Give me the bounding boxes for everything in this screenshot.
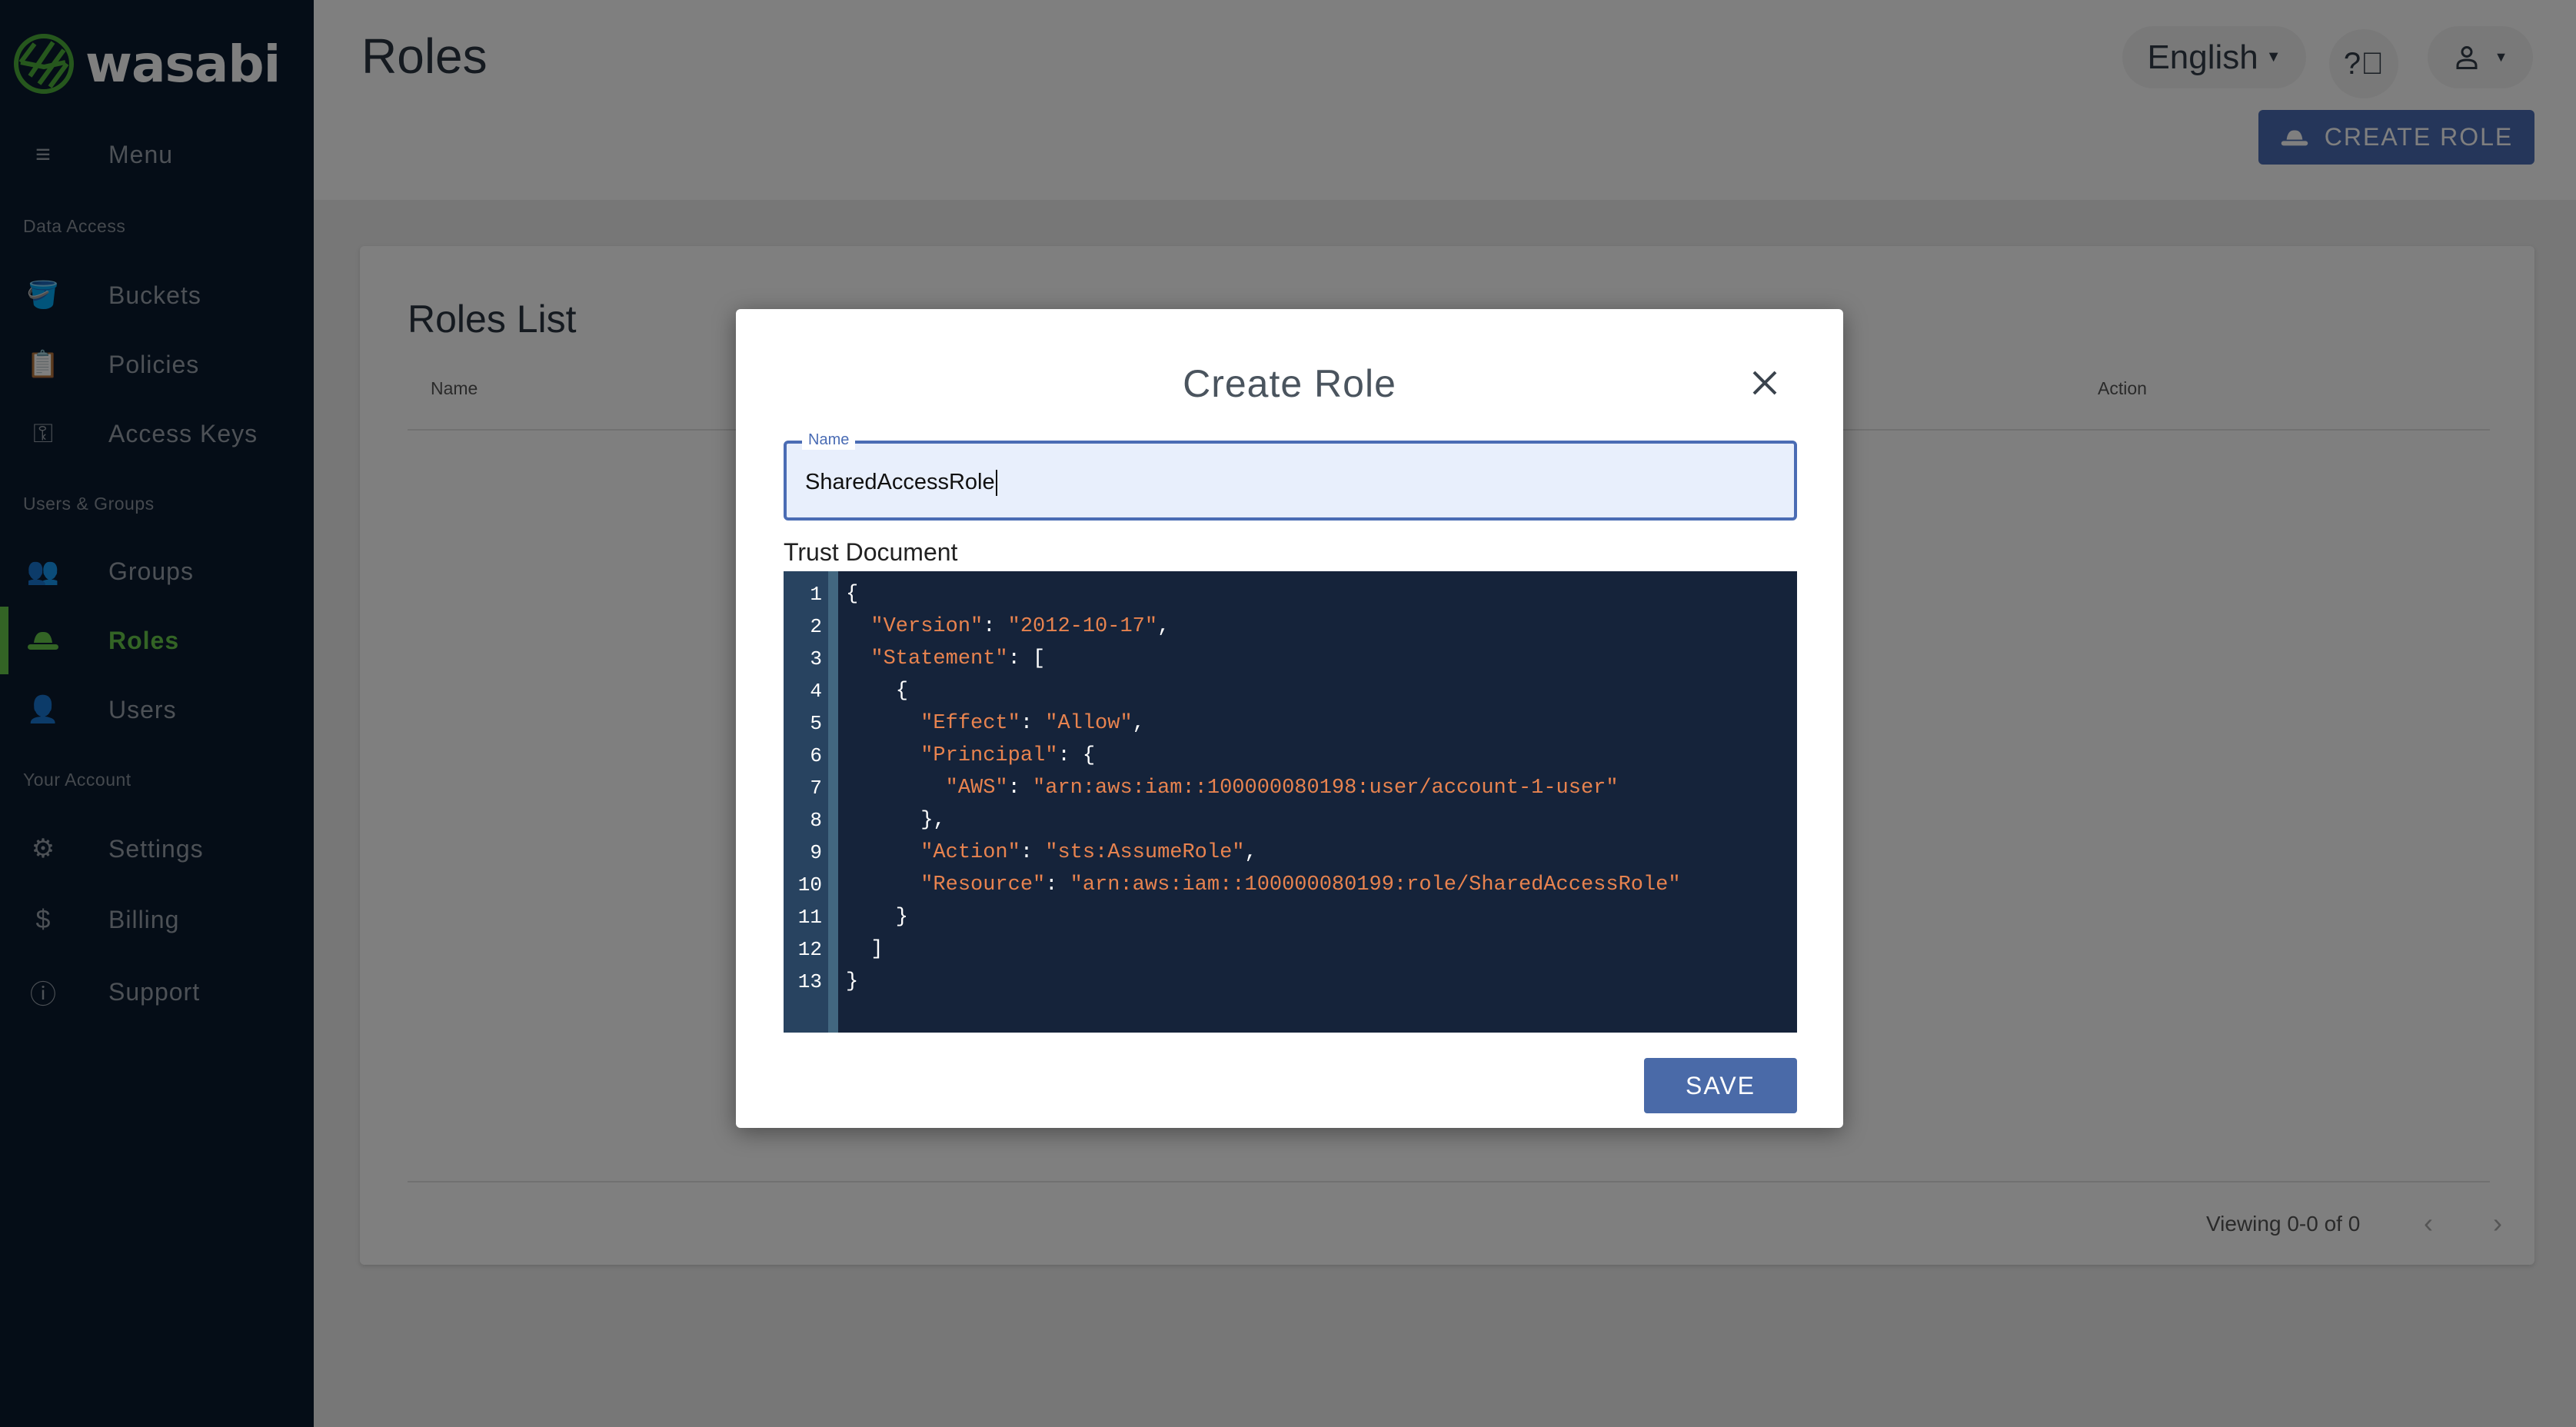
trust-document-editor[interactable]: 1 {2 "Version": "2012-10-17", 3 "Statement…: [784, 571, 1797, 1033]
code-line: "Principal": {: [920, 744, 1096, 767]
save-label: SAVE: [1686, 1071, 1756, 1099]
line-number: 12: [797, 938, 822, 961]
close-button[interactable]: [1743, 361, 1786, 404]
line-number: 7: [810, 777, 822, 800]
code-line: },: [846, 809, 946, 832]
code-line: "AWS": "arn:aws:iam::100000080198:user/a…: [945, 777, 1619, 800]
code-line: }: [846, 970, 859, 993]
name-input[interactable]: Name SharedAccessRole: [784, 430, 1797, 521]
line-number: 5: [810, 712, 822, 735]
text-caret: [995, 470, 997, 497]
code-line: "Action": "sts:AssumeRole",: [920, 841, 1257, 864]
code-line: }: [846, 906, 909, 929]
line-number: 2: [810, 615, 822, 638]
code-line: "Statement": [: [870, 647, 1046, 670]
line-number: 4: [810, 680, 822, 703]
line-number: 10: [797, 873, 822, 896]
code-line: "Resource": "arn:aws:iam::100000080199:r…: [920, 873, 1681, 896]
code-line: {: [846, 680, 909, 703]
line-number: 1: [810, 583, 822, 606]
line-number: 8: [810, 809, 822, 832]
name-label: Name: [802, 430, 856, 450]
line-number: 13: [797, 970, 822, 993]
save-button[interactable]: SAVE: [1644, 1058, 1797, 1113]
close-icon: [1752, 371, 1777, 395]
create-role-dialog: Create Role Name SharedAccessRole Trust …: [736, 309, 1843, 1128]
name-value: SharedAccessRole: [805, 470, 995, 494]
line-number: 3: [810, 647, 822, 670]
code-line: {: [846, 583, 859, 606]
dialog-title: Create Role: [1183, 362, 1396, 405]
line-number: 9: [810, 841, 822, 864]
gutter-stripe: [828, 571, 838, 1033]
code-line: "Effect": "Allow",: [920, 712, 1145, 735]
line-number: 6: [810, 744, 822, 767]
line-number: 11: [797, 906, 822, 929]
trust-document-label: Trust Document: [784, 538, 958, 566]
code-line: ]: [846, 938, 884, 961]
code-line: "Version": "2012-10-17",: [870, 615, 1170, 638]
